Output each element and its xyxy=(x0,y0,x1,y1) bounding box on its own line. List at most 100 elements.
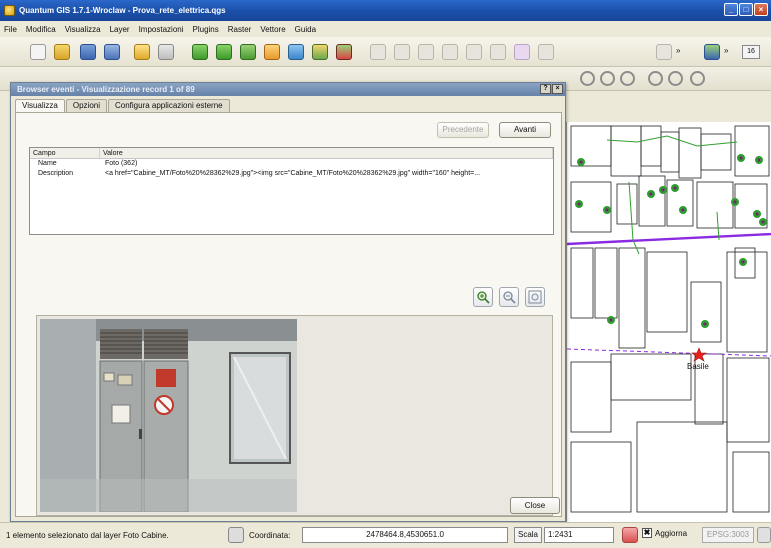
add-wfs-icon[interactable] xyxy=(312,44,328,60)
toolbar-overflow-2[interactable]: » xyxy=(724,46,728,55)
copy-features-icon[interactable] xyxy=(514,44,530,60)
parcel-outline xyxy=(570,247,594,319)
menu-vettore[interactable]: Vettore xyxy=(260,25,285,34)
map-canvas[interactable]: Basile xyxy=(566,122,771,522)
parcel-outline xyxy=(570,441,632,513)
zoom-in-button[interactable] xyxy=(473,287,493,307)
render-toggle[interactable]: ✖ Aggiorna xyxy=(642,528,687,538)
qgis-window: Quantum GIS 1.7.1-Wroclaw - Prova_rete_e… xyxy=(0,0,771,548)
field-value: Foto (362) xyxy=(105,160,138,167)
close-window-button[interactable]: × xyxy=(754,3,768,16)
point-feature xyxy=(659,186,667,194)
window-title: Quantum GIS 1.7.1-Wroclaw - Prova_rete_e… xyxy=(19,6,226,15)
open-project-icon[interactable] xyxy=(54,44,70,60)
dialog-title: Browser eventi - Visualizzazione record … xyxy=(17,85,195,94)
measure-area-icon[interactable] xyxy=(620,71,635,86)
paste-features-icon[interactable] xyxy=(538,44,554,60)
node-tool-icon[interactable] xyxy=(442,44,458,60)
table-row[interactable]: Description <a href="Cabine_MT/Foto%20%2… xyxy=(30,169,553,179)
cable-line xyxy=(628,181,640,255)
move-feature-icon[interactable] xyxy=(418,44,434,60)
status-bar: 1 elemento selezionato dal layer Foto Ca… xyxy=(0,522,771,548)
zoom-full-button[interactable] xyxy=(525,287,545,307)
status-message: 1 elemento selezionato dal layer Foto Ca… xyxy=(6,531,169,540)
parcel-outline xyxy=(700,133,732,171)
zoom-out-button[interactable] xyxy=(499,287,519,307)
toolbar-overflow-1[interactable]: » xyxy=(676,46,680,55)
point-feature xyxy=(739,258,747,266)
identify-icon[interactable] xyxy=(580,71,595,86)
parcel-outline xyxy=(732,451,770,513)
map-drawing: Basile xyxy=(567,125,771,513)
map-label-basile: Basile xyxy=(687,362,709,371)
minimize-button[interactable]: _ xyxy=(724,3,738,16)
measure-icon[interactable] xyxy=(600,71,615,86)
dialog-close-icon[interactable]: × xyxy=(552,84,563,94)
selected-feature-marker[interactable] xyxy=(691,347,707,362)
tab-visualizza[interactable]: Visualizza xyxy=(15,99,65,113)
tab-configura-applicazioni[interactable]: Configura applicazioni esterne xyxy=(108,99,230,112)
crs-button[interactable]: EPSG:3003 xyxy=(702,527,754,543)
scale-field[interactable]: 1:2431 xyxy=(544,527,614,543)
menu-visualizza[interactable]: Visualizza xyxy=(65,25,101,34)
save-project-icon[interactable] xyxy=(80,44,96,60)
add-vector-icon[interactable] xyxy=(192,44,208,60)
print-icon[interactable] xyxy=(158,44,174,60)
qgis-logo-icon xyxy=(4,5,15,16)
parcel-outline xyxy=(660,131,680,173)
menu-layer[interactable]: Layer xyxy=(110,25,130,34)
maximize-button[interactable]: □ xyxy=(739,3,753,16)
menu-file[interactable]: File xyxy=(4,25,17,34)
menu-guida[interactable]: Guida xyxy=(295,25,316,34)
menu-impostazioni[interactable]: Impostazioni xyxy=(139,25,184,34)
add-spatialite-icon[interactable] xyxy=(264,44,280,60)
remove-layer-icon[interactable] xyxy=(336,44,352,60)
delete-feature-icon[interactable] xyxy=(466,44,482,60)
parcel-outline xyxy=(610,125,642,177)
label-tool-icon[interactable] xyxy=(656,44,672,60)
zoom-out-map-icon[interactable] xyxy=(668,71,683,86)
print-composer-icon[interactable] xyxy=(134,44,150,60)
parcel-outline xyxy=(690,281,722,343)
cable-line xyxy=(606,135,738,147)
add-raster-icon[interactable] xyxy=(216,44,232,60)
edit-pencil-icon[interactable] xyxy=(370,44,386,60)
parcel-outline xyxy=(638,175,666,227)
render-checkbox[interactable]: ✖ xyxy=(642,528,652,538)
next-button[interactable]: Avanti xyxy=(499,122,551,138)
save-as-icon[interactable] xyxy=(104,44,120,60)
stop-render-icon[interactable] xyxy=(622,527,638,543)
table-header: Campo Valore xyxy=(30,148,553,159)
messages-icon[interactable] xyxy=(757,527,771,543)
point-feature xyxy=(607,316,615,324)
menu-modifica[interactable]: Modifica xyxy=(26,25,56,34)
point-feature xyxy=(577,158,585,166)
zoom-badge[interactable]: 16 xyxy=(742,45,760,59)
new-project-icon[interactable] xyxy=(30,44,46,60)
coordinate-toggle-icon[interactable] xyxy=(228,527,244,543)
previous-button[interactable]: Precedente xyxy=(437,122,489,138)
zoom-in-map-icon[interactable] xyxy=(648,71,663,86)
table-row[interactable]: Name Foto (362) xyxy=(30,159,553,169)
close-button[interactable]: Close xyxy=(510,497,560,514)
point-feature xyxy=(755,156,763,164)
menu-plugins[interactable]: Plugins xyxy=(193,25,219,34)
parcel-outline xyxy=(666,179,694,227)
point-feature xyxy=(603,206,611,214)
point-feature xyxy=(701,320,709,328)
help-button[interactable]: ? xyxy=(540,84,551,94)
save-edits-icon[interactable] xyxy=(394,44,410,60)
refresh-icon[interactable] xyxy=(690,71,705,86)
cut-features-icon[interactable] xyxy=(490,44,506,60)
column-header-valore: Valore xyxy=(100,148,553,158)
point-feature xyxy=(759,218,767,226)
add-wms-icon[interactable] xyxy=(288,44,304,60)
parcel-outline xyxy=(570,125,612,167)
menu-raster[interactable]: Raster xyxy=(228,25,252,34)
photo-viewer xyxy=(36,315,553,516)
gps-tool-icon[interactable] xyxy=(704,44,720,60)
title-bar: Quantum GIS 1.7.1-Wroclaw - Prova_rete_e… xyxy=(0,0,771,21)
coordinate-field[interactable]: 2478464.8,4530651.0 xyxy=(302,527,508,543)
add-postgis-icon[interactable] xyxy=(240,44,256,60)
tab-opzioni[interactable]: Opzioni xyxy=(65,99,107,112)
